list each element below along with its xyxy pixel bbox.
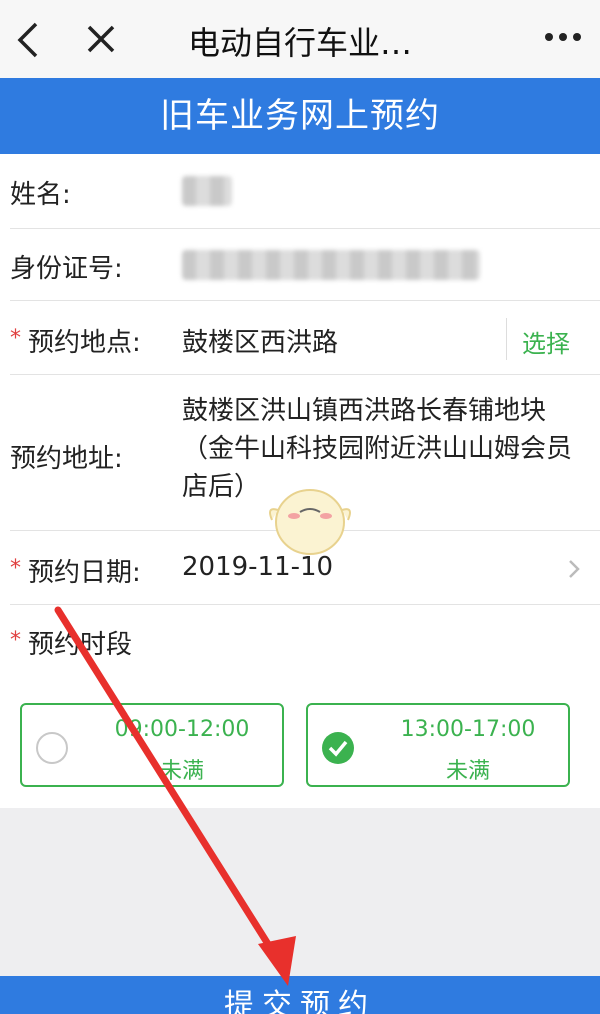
time-slot-morning[interactable]: 09:00-12:00 未满 xyxy=(20,703,284,787)
divider xyxy=(10,300,600,301)
divider-vertical xyxy=(506,318,507,360)
slot-status: 未满 xyxy=(445,759,490,784)
required-marker: * xyxy=(10,326,21,351)
close-icon[interactable] xyxy=(84,22,118,56)
submit-appointment-button[interactable]: 提交预约 xyxy=(0,976,600,1014)
period-label: 预约时段 xyxy=(28,630,133,660)
chevron-right-icon xyxy=(569,560,580,578)
time-slot-afternoon[interactable]: 13:00-17:00 未满 xyxy=(306,703,570,787)
divider xyxy=(10,228,600,229)
back-icon[interactable] xyxy=(14,20,44,60)
required-marker: * xyxy=(10,628,21,653)
page-title: 电动自行车业… xyxy=(187,24,412,62)
date-label: 预约日期: xyxy=(28,558,141,588)
slot-status: 未满 xyxy=(159,759,204,784)
select-location-button[interactable]: 选择 xyxy=(522,324,570,359)
location-label: 预约地点: xyxy=(28,328,141,358)
location-value: 鼓楼区西洪路 xyxy=(182,328,339,358)
required-marker: * xyxy=(10,556,21,581)
divider xyxy=(10,604,600,605)
id-number-redacted xyxy=(182,250,480,280)
mascot-sticker-icon xyxy=(269,489,351,555)
name-label: 姓名: xyxy=(10,180,71,210)
more-icon[interactable] xyxy=(544,30,582,44)
address-value: 鼓楼区洪山镇西洪路长春铺地块（金牛山科技园附近洪山山姆会员店后） xyxy=(182,396,573,502)
section-banner: 旧车业务网上预约 xyxy=(0,78,600,154)
id-number-label: 身份证号: xyxy=(10,254,123,284)
slot-time: 13:00-17:00 xyxy=(400,717,536,742)
name-value-redacted xyxy=(182,176,232,206)
navigation-bar: 电动自行车业… xyxy=(0,0,600,78)
address-label: 预约地址: xyxy=(10,444,123,474)
divider xyxy=(10,374,600,375)
slot-time: 09:00-12:00 xyxy=(114,717,250,742)
